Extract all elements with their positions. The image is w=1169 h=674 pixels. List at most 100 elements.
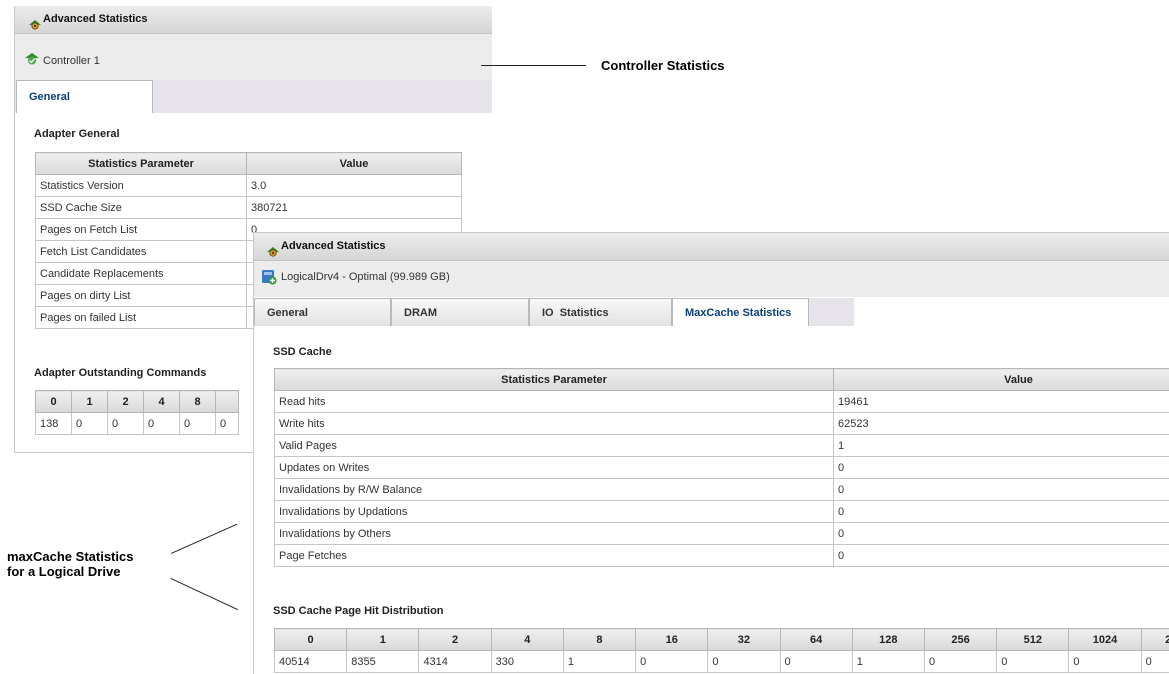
value-cell: 0: [997, 651, 1069, 673]
column-header: 8: [180, 391, 216, 413]
parameter-cell: Pages on dirty List: [36, 285, 247, 307]
table-row: Invalidations by R/W Balance0: [275, 479, 1169, 501]
value-cell: 0: [834, 545, 1169, 567]
column-header: Statistics Parameter: [275, 369, 834, 391]
logical-drive-row: LogicalDrv4 - Optimal (99.989 GB): [254, 261, 1169, 297]
controller-row: Controller 1: [15, 34, 492, 80]
parameter-cell: Pages on Fetch List: [36, 219, 247, 241]
value-cell: 138: [36, 413, 72, 435]
value-cell: 4314: [419, 651, 491, 673]
table-row: SSD Cache Size380721: [36, 197, 462, 219]
logical-tabstrip: General DRAM IO Statistics MaxCache Stat…: [254, 298, 854, 326]
column-header: Statistics Parameter: [36, 153, 247, 175]
value-cell: 0: [216, 413, 239, 435]
value-cell: 0: [834, 479, 1169, 501]
column-header: 4: [491, 629, 563, 651]
parameter-cell: Write hits: [275, 413, 834, 435]
tab-label: General: [29, 91, 70, 103]
logical-drive-statistics-panel: Advanced Statistics LogicalDrv4 - Optima…: [253, 232, 1169, 674]
column-header: 2: [108, 391, 144, 413]
tab-label: MaxCache Statistics: [685, 307, 791, 319]
value-cell: 0: [834, 523, 1169, 545]
controller-callout-line: [481, 65, 586, 66]
column-header: 2: [419, 629, 491, 651]
table-row: Invalidations by Updations0: [275, 501, 1169, 523]
column-header: [216, 391, 239, 413]
outstanding-commands-table: 01248 13800000: [35, 390, 239, 435]
column-header: Value: [834, 369, 1169, 391]
value-cell: 1: [563, 651, 635, 673]
table-row: Invalidations by Others0: [275, 523, 1169, 545]
controller-label[interactable]: Controller 1: [43, 55, 100, 67]
value-cell: 0: [1141, 651, 1169, 673]
table-row: Page Fetches0: [275, 545, 1169, 567]
column-header: 0: [275, 629, 347, 651]
column-header: 16: [636, 629, 708, 651]
page-hit-distribution-table: 0124816326412825651210242048 40514835543…: [274, 628, 1169, 673]
column-header: Value: [247, 153, 462, 175]
value-cell: 19461: [834, 391, 1169, 413]
parameter-cell: Read hits: [275, 391, 834, 413]
parameter-cell: Invalidations by Others: [275, 523, 834, 545]
value-cell: 62523: [834, 413, 1169, 435]
column-header: 1024: [1069, 629, 1141, 651]
ssd-cache-table: Statistics Parameter Value Read hits1946…: [274, 368, 1169, 567]
value-cell: 0: [780, 651, 852, 673]
column-header: 8: [563, 629, 635, 651]
value-cell: 0: [144, 413, 180, 435]
parameter-cell: Pages on failed List: [36, 307, 247, 329]
logical-callout-line-upper: [171, 524, 237, 554]
table-row: Read hits19461: [275, 391, 1169, 413]
parameter-cell: Statistics Version: [36, 175, 247, 197]
value-cell: 0: [72, 413, 108, 435]
table-row: 4051483554314330100010000: [275, 651, 1169, 673]
value-cell: 0: [636, 651, 708, 673]
logical-drive-callout-line2: for a Logical Drive: [7, 564, 120, 579]
value-cell: 380721: [247, 197, 462, 219]
value-cell: 0: [834, 501, 1169, 523]
parameter-cell: Candidate Replacements: [36, 263, 247, 285]
tab-general[interactable]: General: [16, 80, 153, 113]
parameter-cell: Page Fetches: [275, 545, 834, 567]
logical-callout-line-lower: [171, 578, 238, 610]
value-cell: 0: [180, 413, 216, 435]
value-cell: 3.0: [247, 175, 462, 197]
parameter-cell: Updates on Writes: [275, 457, 834, 479]
logical-drive-callout-line1: maxCache Statistics: [7, 549, 133, 564]
value-cell: 1: [852, 651, 924, 673]
parameter-cell: Invalidations by Updations: [275, 501, 834, 523]
column-header: 1: [347, 629, 419, 651]
tab-dram[interactable]: DRAM: [391, 298, 529, 326]
tab-general[interactable]: General: [254, 298, 391, 326]
controller-statistics-callout: Controller Statistics: [601, 58, 725, 73]
value-cell: 0: [708, 651, 780, 673]
value-cell: 40514: [275, 651, 347, 673]
value-cell: 0: [924, 651, 996, 673]
tab-label: DRAM: [404, 307, 437, 319]
table-row: Valid Pages1: [275, 435, 1169, 457]
panel-titlebar: Advanced Statistics: [15, 6, 492, 34]
panel-title: Advanced Statistics: [43, 6, 148, 33]
table-row: Write hits62523: [275, 413, 1169, 435]
panel-titlebar: Advanced Statistics: [254, 233, 1169, 261]
column-header: 64: [780, 629, 852, 651]
column-header: 1: [72, 391, 108, 413]
tab-maxcache-statistics[interactable]: MaxCache Statistics: [672, 298, 809, 326]
tab-io-statistics[interactable]: IO Statistics: [529, 298, 672, 326]
section-title-ssd-cache: SSD Cache: [273, 346, 332, 358]
parameter-cell: Valid Pages: [275, 435, 834, 457]
logical-drive-label[interactable]: LogicalDrv4 - Optimal (99.989 GB): [281, 271, 450, 283]
table-row: 13800000: [36, 413, 239, 435]
section-title-page-hit-distribution: SSD Cache Page Hit Distribution: [273, 605, 444, 617]
section-title-adapter-general: Adapter General: [34, 128, 120, 140]
column-header: 32: [708, 629, 780, 651]
parameter-cell: Fetch List Candidates: [36, 241, 247, 263]
value-cell: 1: [834, 435, 1169, 457]
column-header: 256: [924, 629, 996, 651]
value-cell: 0: [1069, 651, 1141, 673]
value-cell: 330: [491, 651, 563, 673]
table-row: Statistics Version3.0: [36, 175, 462, 197]
value-cell: 0: [108, 413, 144, 435]
value-cell: 0: [834, 457, 1169, 479]
controller-tabstrip: General: [15, 80, 492, 113]
